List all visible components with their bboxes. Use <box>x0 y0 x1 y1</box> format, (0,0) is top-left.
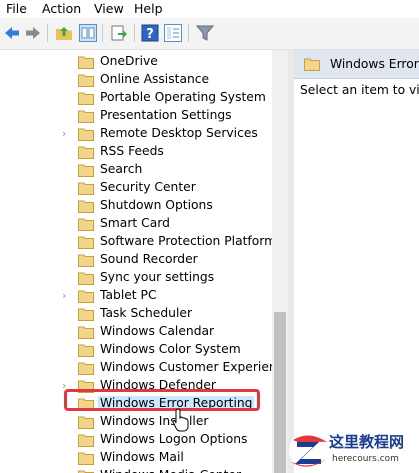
folder-icon <box>78 272 94 285</box>
tree-item-label: RSS Feeds <box>100 144 164 158</box>
folder-icon <box>78 344 94 357</box>
tree-item[interactable]: › Remote Desktop Services <box>0 125 272 143</box>
tree-item-label: Tablet PC <box>100 288 157 302</box>
tree-item-label: Search <box>100 162 143 176</box>
folder-icon <box>78 128 94 141</box>
tree-item-label: OneDrive <box>100 54 158 68</box>
tree-item[interactable]: Portable Operating System <box>0 89 272 107</box>
toolbar: ? <box>0 18 419 50</box>
tree-item[interactable]: Shutdown Options <box>0 197 272 215</box>
toolbar-separator <box>188 24 189 42</box>
tree-item-label: Remote Desktop Services <box>100 126 258 140</box>
menu-file[interactable]: File <box>6 1 27 16</box>
folder-icon <box>78 182 94 195</box>
tree-item[interactable]: RSS Feeds <box>0 143 272 161</box>
folder-icon <box>78 470 94 473</box>
folder-icon <box>78 146 94 159</box>
menu-help[interactable]: Help <box>134 1 163 16</box>
tree-item[interactable]: Windows Installer <box>0 413 272 431</box>
menu-view[interactable]: View <box>94 1 124 16</box>
tree-item-label: Portable Operating System <box>100 90 266 104</box>
show-hide-console-tree-icon[interactable] <box>79 24 97 42</box>
tree-item[interactable]: › Tablet PC <box>0 287 272 305</box>
help-icon[interactable]: ? <box>141 24 159 42</box>
expand-chevron-icon[interactable]: › <box>62 128 72 140</box>
tree-item-label: Windows Color System <box>100 342 241 356</box>
tree-item-label: Shutdown Options <box>100 198 213 212</box>
export-list-icon[interactable] <box>110 24 128 42</box>
tree-item-label: Sync your settings <box>100 270 215 284</box>
tree-item-label: Windows Media Center <box>100 468 241 473</box>
svg-text:?: ? <box>146 27 154 42</box>
tree-item[interactable]: Windows Mail <box>0 449 272 467</box>
tree-item[interactable]: Smart Card <box>0 215 272 233</box>
details-title: Windows Error Reporting <box>330 57 419 71</box>
tree-item[interactable]: Windows Color System <box>0 341 272 359</box>
folder-icon <box>78 236 94 249</box>
details-header: Windows Error Reporting <box>294 50 419 79</box>
tree-item-label: Windows Calendar <box>100 324 215 338</box>
tree-item[interactable]: Windows Calendar <box>0 323 272 341</box>
folder-icon <box>78 326 94 339</box>
folder-icon <box>78 74 94 87</box>
annotation-highlight <box>64 389 260 411</box>
watermark-text: 这里教程网 <box>329 433 405 451</box>
tree-item[interactable]: Security Center <box>0 179 272 197</box>
toolbar-separator <box>102 24 103 42</box>
folder-icon <box>78 164 94 177</box>
tree-item[interactable]: Online Assistance <box>0 71 272 89</box>
hand-cursor-icon <box>172 408 189 432</box>
folder-icon <box>78 308 94 321</box>
tree-item-label: Software Protection Platform <box>100 234 272 248</box>
tree-item[interactable]: Software Protection Platform <box>0 233 272 251</box>
tree-item-label: Windows Logon Options <box>100 432 248 446</box>
tree-item-label: Windows Customer Experience Improvement … <box>100 360 272 374</box>
folder-icon <box>304 58 320 71</box>
tree-item-label: Windows Mail <box>100 450 184 464</box>
folder-icon <box>78 416 94 429</box>
toolbar-separator <box>134 24 135 42</box>
menu-bar: File Action View Help <box>0 0 419 18</box>
folder-icon <box>78 434 94 447</box>
tree-item[interactable]: Windows Media Center <box>0 467 272 473</box>
expand-chevron-icon[interactable]: › <box>62 290 72 302</box>
back-arrow-icon[interactable] <box>3 24 21 42</box>
properties-pane-icon[interactable] <box>164 24 182 42</box>
tree-item-label: Windows Installer <box>100 414 209 428</box>
tree-scrollbar[interactable] <box>272 50 288 473</box>
details-pane: Windows Error Reporting Select an item t… <box>294 50 419 473</box>
folder-icon <box>78 200 94 213</box>
forward-arrow-icon[interactable] <box>24 24 42 42</box>
tree-item[interactable]: OneDrive <box>0 53 272 71</box>
tree-item-label: Online Assistance <box>100 72 210 86</box>
menu-action[interactable]: Action <box>42 1 81 16</box>
tree-item-label: Task Scheduler <box>100 306 193 320</box>
tree-item-label: Smart Card <box>100 216 170 230</box>
folder-icon <box>78 452 94 465</box>
tree-item[interactable]: Presentation Settings <box>0 107 272 125</box>
folder-icon <box>78 254 94 267</box>
tree-item[interactable]: Windows Customer Experience Improvement … <box>0 359 272 377</box>
folder-icon <box>78 362 94 375</box>
tree-item[interactable]: Windows Logon Options <box>0 431 272 449</box>
tree-item-label: Security Center <box>100 180 196 194</box>
folder-icon <box>78 56 94 69</box>
tree-item[interactable]: Sync your settings <box>0 269 272 287</box>
folder-icon <box>78 92 94 105</box>
filter-icon[interactable] <box>196 24 214 42</box>
tree-item[interactable]: Sound Recorder <box>0 251 272 269</box>
tree-item[interactable]: Search <box>0 161 272 179</box>
folder-icon <box>78 110 94 123</box>
tree-item-label: Sound Recorder <box>100 252 198 266</box>
folder-icon <box>78 218 94 231</box>
toolbar-separator <box>47 24 48 42</box>
details-hint: Select an item to view its description. <box>300 83 419 97</box>
folder-icon <box>78 290 94 303</box>
up-folder-icon[interactable] <box>55 24 73 42</box>
tree-item[interactable]: Task Scheduler <box>0 305 272 323</box>
tree-item-label: Presentation Settings <box>100 108 232 122</box>
watermark-url: herecours.com <box>332 454 399 464</box>
